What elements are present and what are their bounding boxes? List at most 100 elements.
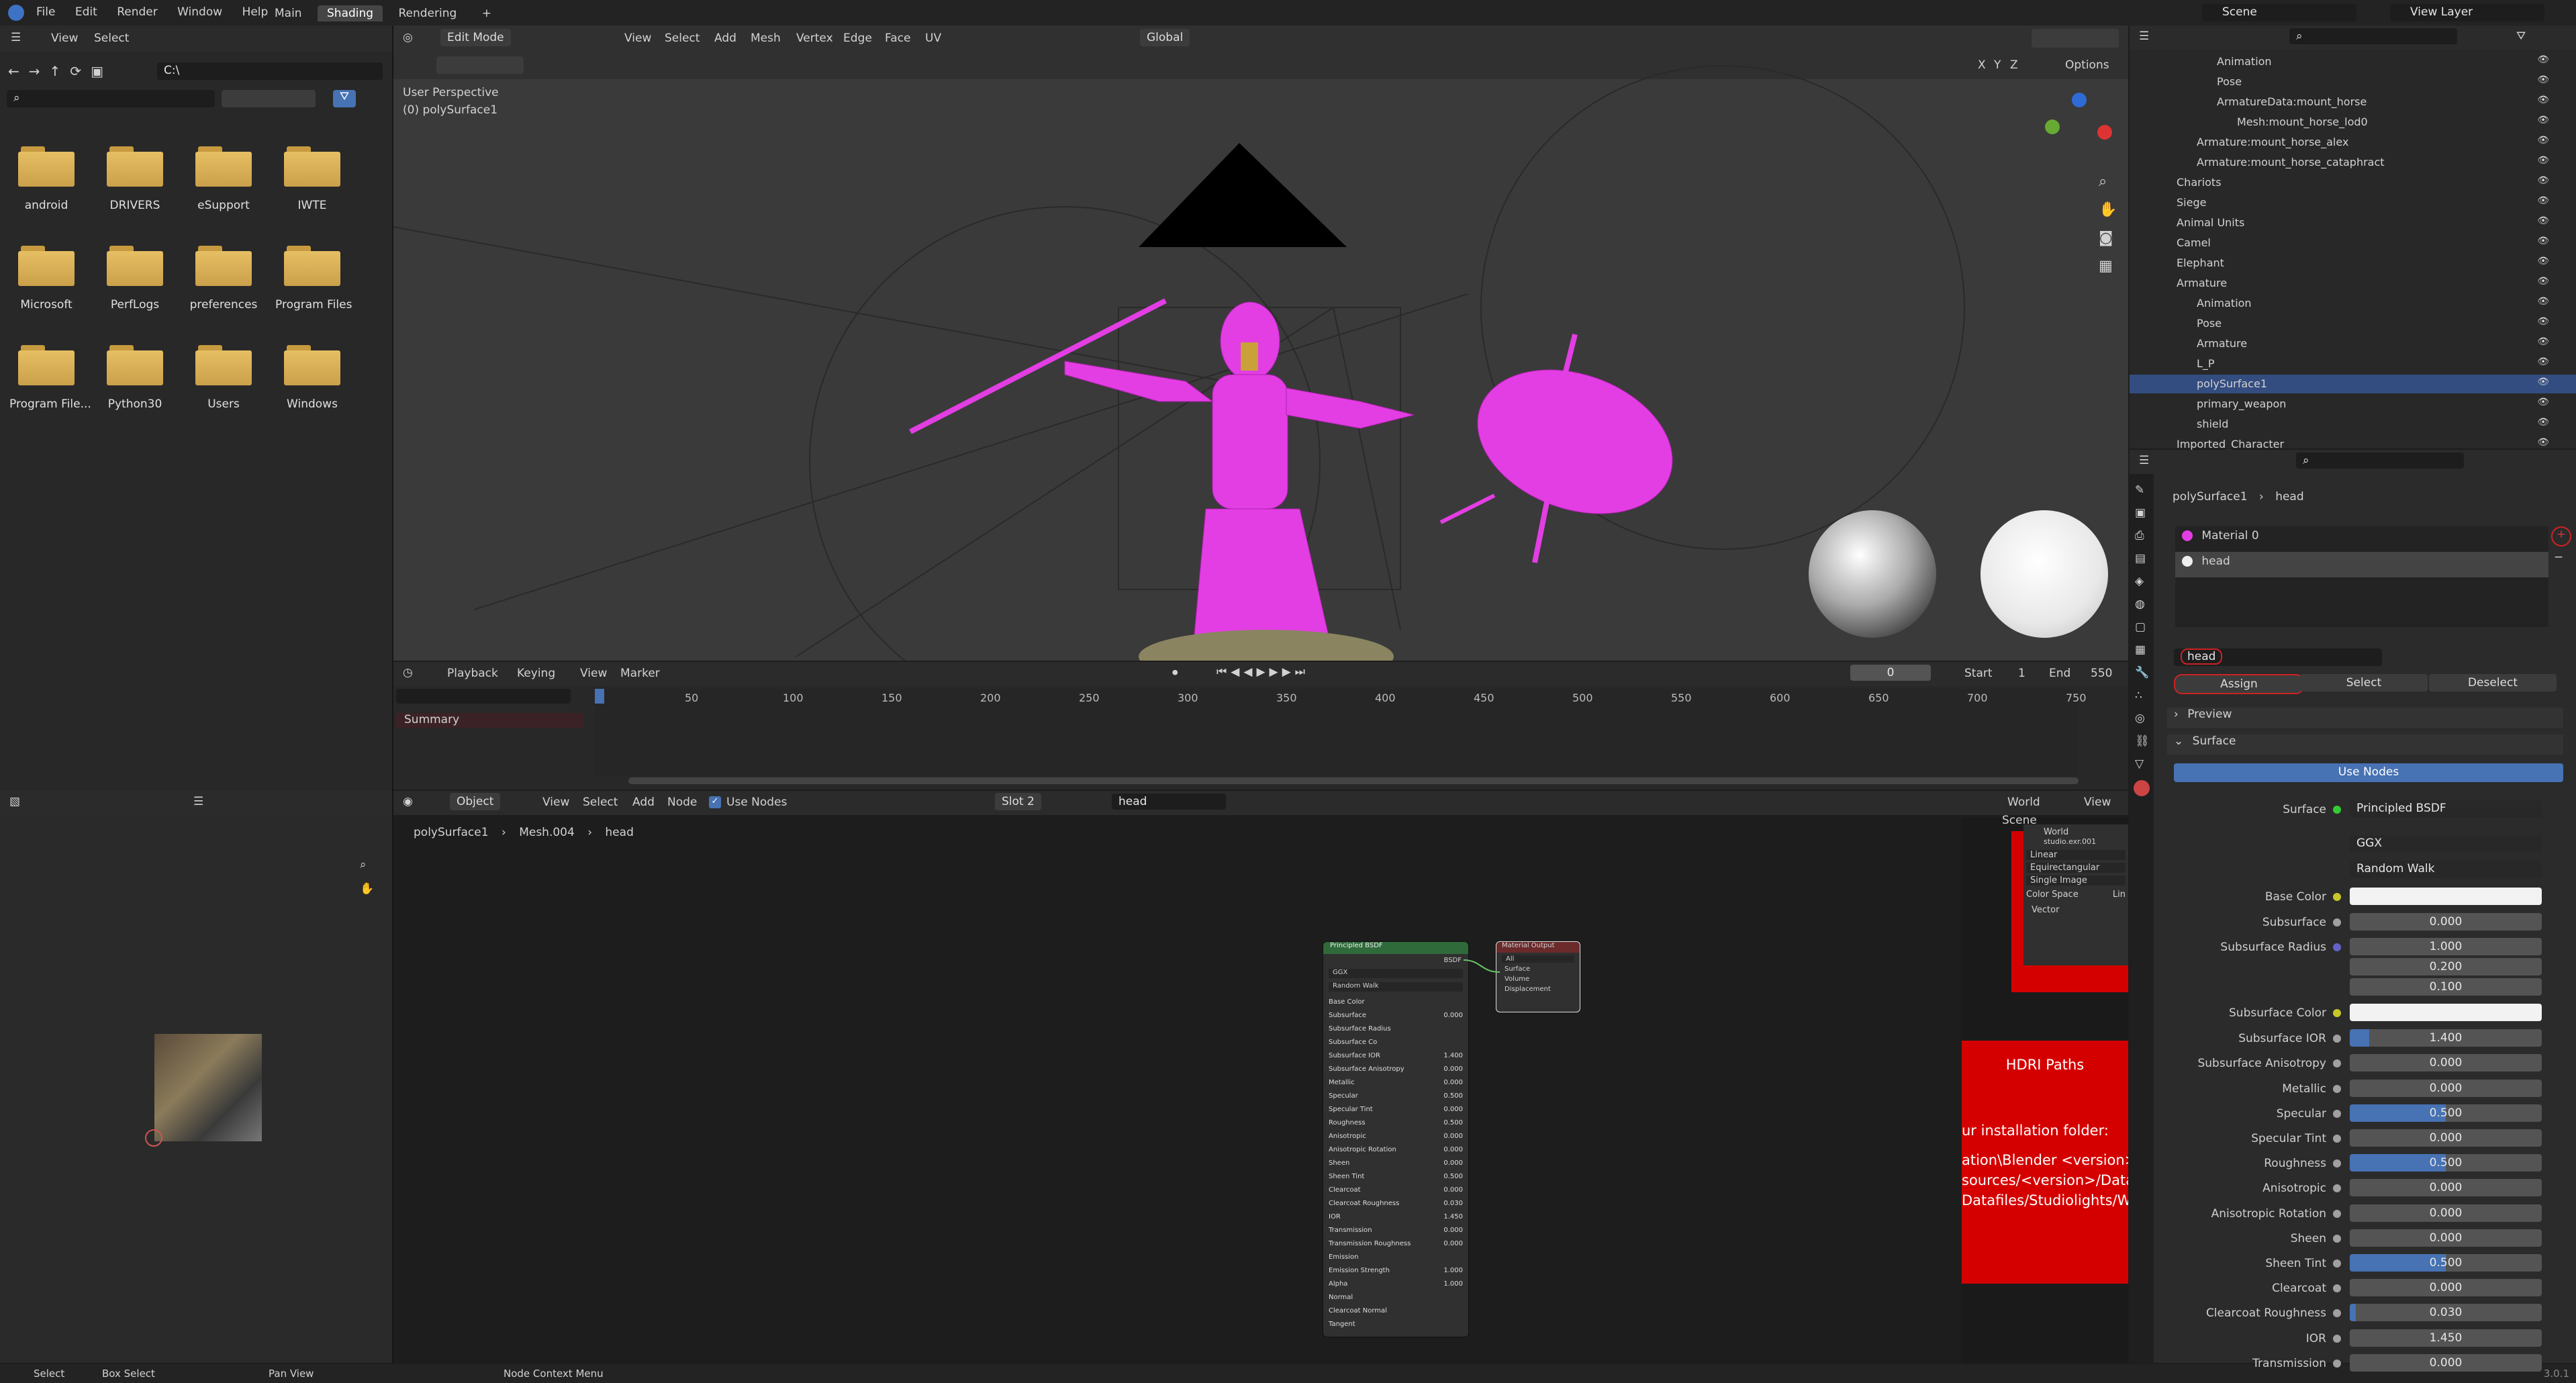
socket-dot[interactable]: [2333, 918, 2341, 926]
node-socket-row[interactable]: Clearcoat Roughness 0.030: [1329, 1200, 1463, 1210]
breadcrumb-object[interactable]: polySurface1: [414, 826, 489, 839]
pan-hand-icon[interactable]: ✋: [360, 882, 374, 896]
target-dropdown[interactable]: All: [1502, 955, 1574, 963]
outliner-row[interactable]: polySurface1 👁: [2130, 375, 2576, 393]
timeline-search-input[interactable]: [396, 689, 571, 704]
material-name-field[interactable]: head: [1112, 794, 1226, 810]
outliner-row[interactable]: Armature:mount_horse_cataphract 👁: [2130, 153, 2576, 172]
node-socket-row[interactable]: Subsurface Anisotropy 0.000: [1329, 1065, 1463, 1076]
node-header[interactable]: Principled BSDF: [1323, 942, 1468, 954]
value-slider[interactable]: 0.500: [2350, 1154, 2542, 1172]
color-space-value[interactable]: Lin: [2113, 890, 2126, 900]
constraints-tab-icon[interactable]: ⛓: [2135, 734, 2150, 748]
material-name-field[interactable]: head: [2174, 649, 2382, 666]
tool-tab-icon[interactable]: ✎: [2135, 483, 2148, 497]
visibility-eye-icon[interactable]: 👁: [2537, 54, 2549, 65]
surface-panel-header[interactable]: ⌄ Surface: [2167, 734, 2563, 755]
vector-socket[interactable]: Vector: [2032, 905, 2128, 915]
vector-component-field[interactable]: 0.100: [2350, 978, 2542, 996]
socket-dot[interactable]: [2333, 1035, 2341, 1043]
outliner-row[interactable]: Animation 👁: [2130, 294, 2576, 313]
tab-rendering[interactable]: Rendering: [389, 5, 466, 21]
playhead[interactable]: [595, 689, 604, 704]
display-mode-buttons[interactable]: [222, 90, 316, 107]
outliner-row[interactable]: shield 👁: [2130, 415, 2576, 434]
editor-type-icon[interactable]: ☰: [2139, 30, 2149, 43]
navigation-gizmo[interactable]: [2045, 93, 2112, 160]
tab-shading[interactable]: Shading: [318, 5, 383, 21]
node-socket-row[interactable]: Metallic 0.000: [1329, 1079, 1463, 1090]
socket-dot[interactable]: [2333, 1209, 2341, 1218]
camera-view-icon[interactable]: ◙: [2099, 230, 2113, 246]
scene-tab-icon[interactable]: ◈: [2135, 575, 2148, 588]
folder-item[interactable]: eSupport: [187, 146, 260, 212]
data-tab-icon[interactable]: ▽: [2135, 757, 2148, 771]
scene-selector[interactable]: Scene: [2202, 4, 2356, 21]
outliner-row[interactable]: Armature:mount_horse_alex 👁: [2130, 133, 2576, 152]
outliner-row[interactable]: Animal Units 👁: [2130, 213, 2576, 232]
menu-help[interactable]: Help: [242, 5, 269, 19]
visibility-eye-icon[interactable]: 👁: [2537, 276, 2549, 287]
visibility-eye-icon[interactable]: 👁: [2537, 135, 2549, 146]
material-slot[interactable]: Material 0: [2175, 526, 2548, 552]
node-socket-row[interactable]: Transmission Roughness 0.000: [1329, 1240, 1463, 1251]
cursor-icon[interactable]: [145, 1129, 162, 1147]
hamburger-menu-icon[interactable]: ☰: [193, 795, 203, 808]
value-slider[interactable]: 1.400: [2350, 1029, 2542, 1047]
node-socket-row[interactable]: Tangent: [1329, 1321, 1463, 1331]
color-swatch[interactable]: [2350, 1004, 2542, 1022]
ne-view-menu[interactable]: View: [2084, 796, 2111, 809]
node-socket-row[interactable]: Subsurface 0.000: [1329, 1012, 1463, 1022]
parent-folder-icon[interactable]: ↑: [50, 63, 70, 79]
visibility-eye-icon[interactable]: 👁: [2537, 75, 2549, 85]
value-slider[interactable]: 0.030: [2350, 1304, 2542, 1322]
socket-displacement[interactable]: Displacement: [1496, 986, 1580, 993]
socket-volume[interactable]: Volume: [1496, 975, 1580, 983]
ne-menu-view[interactable]: View: [542, 796, 569, 809]
breadcrumb-mesh[interactable]: Mesh.004: [519, 826, 575, 839]
node-socket-row[interactable]: Specular Tint 0.000: [1329, 1106, 1463, 1116]
render-tab-icon[interactable]: ▣: [2135, 506, 2148, 520]
object-tab-icon[interactable]: ▦: [2135, 643, 2148, 657]
visibility-eye-icon[interactable]: 👁: [2537, 296, 2549, 307]
remove-slot-button[interactable]: −: [2554, 551, 2563, 564]
object-mode-dropdown[interactable]: Object: [450, 793, 501, 810]
visibility-eye-icon[interactable]: 👁: [2537, 115, 2549, 126]
value-slider[interactable]: 0.000: [2350, 1353, 2542, 1372]
node-socket-row[interactable]: IOR 1.450: [1329, 1213, 1463, 1224]
menu-edit[interactable]: Edit: [75, 5, 97, 19]
outliner-row[interactable]: Pose 👁: [2130, 314, 2576, 333]
zoom-icon[interactable]: ⌕: [2099, 173, 2107, 190]
blender-logo-icon[interactable]: [8, 5, 24, 21]
socket-dot[interactable]: [2333, 1159, 2341, 1168]
outliner-row[interactable]: Chariots 👁: [2130, 173, 2576, 192]
socket-surface[interactable]: Surface: [1496, 965, 1580, 973]
node-socket-row[interactable]: Anisotropic 0.000: [1329, 1133, 1463, 1143]
visibility-eye-icon[interactable]: 👁: [2537, 437, 2549, 448]
node-socket-row[interactable]: Roughness 0.500: [1329, 1119, 1463, 1130]
menu-keying[interactable]: Keying: [517, 667, 555, 680]
visibility-eye-icon[interactable]: 👁: [2537, 336, 2549, 347]
file-search-input[interactable]: ⌕: [7, 90, 215, 107]
sss-method-dropdown[interactable]: Random Walk: [1329, 982, 1463, 992]
folder-item[interactable]: preferences: [187, 246, 260, 312]
playback-controls[interactable]: ⏮◀◀▶▶▶⏭: [1217, 665, 1309, 679]
visibility-eye-icon[interactable]: 👁: [2537, 256, 2549, 267]
folder-item[interactable]: PerfLogs: [98, 246, 172, 312]
folder-item[interactable]: Program Files: [275, 246, 352, 312]
node-header[interactable]: Material Output: [1496, 942, 1580, 953]
vector-component-field[interactable]: 1.000: [2350, 938, 2542, 956]
visibility-eye-icon[interactable]: 👁: [2537, 155, 2549, 166]
image-editor-panel[interactable]: ▧ ☰ ⌕ ✋: [0, 791, 393, 1363]
node-socket-row[interactable]: Clearcoat Normal: [1329, 1307, 1463, 1318]
end-frame-field[interactable]: 550: [2091, 667, 2112, 680]
socket-dot[interactable]: [2333, 1084, 2341, 1093]
view-layer-tab-icon[interactable]: ▤: [2135, 552, 2148, 565]
node-socket-row[interactable]: Transmission 0.000: [1329, 1227, 1463, 1237]
menu-window[interactable]: Window: [177, 5, 222, 19]
node-socket-row[interactable]: Sheen 0.000: [1329, 1159, 1463, 1170]
distribution-dropdown[interactable]: GGX: [2350, 835, 2542, 853]
viewport-3d[interactable]: ◎ Edit Mode View Select Add Mesh Vertex …: [393, 26, 2128, 661]
preview-panel-header[interactable]: › Preview: [2167, 708, 2563, 728]
outliner-row[interactable]: Armature 👁: [2130, 334, 2576, 353]
